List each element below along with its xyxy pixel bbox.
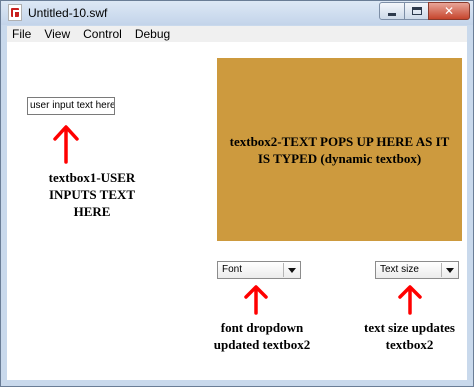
- font-dropdown[interactable]: Font: [217, 261, 301, 279]
- font-dropdown-value: Font: [222, 264, 243, 275]
- text-size-dropdown-value: Text size: [380, 264, 419, 275]
- arrow-up-icon: [244, 285, 268, 315]
- font-dropdown-toggle[interactable]: [283, 263, 299, 277]
- chevron-down-icon: [445, 267, 454, 273]
- textbox1-input[interactable]: user input text here: [27, 97, 115, 115]
- menu-control[interactable]: Control: [78, 27, 130, 41]
- annotation-textbox1: textbox1-USER INPUTS TEXT HERE: [48, 170, 136, 219]
- menu-bar: File View Control Debug: [7, 26, 467, 42]
- text-size-dropdown-toggle[interactable]: [441, 263, 457, 277]
- maximize-icon: [411, 7, 422, 15]
- menu-debug[interactable]: Debug: [130, 27, 178, 41]
- minimize-button[interactable]: [379, 2, 405, 20]
- swf-file-icon: [8, 4, 22, 21]
- textbox2-text: textbox2-TEXT POPS UP HERE AS IT IS TYPE…: [229, 133, 450, 166]
- maximize-button[interactable]: [404, 2, 429, 20]
- minimize-icon: [388, 12, 396, 16]
- annotation-font-dropdown: font dropdown updated textbox2: [213, 320, 311, 352]
- swf-stage: user input text here textbox2-TEXT POPS …: [7, 42, 467, 380]
- title-bar[interactable]: Untitled-10.swf ✕: [1, 1, 473, 25]
- chevron-down-icon: [287, 267, 296, 273]
- close-button[interactable]: ✕: [428, 2, 470, 20]
- close-icon: ✕: [443, 4, 455, 18]
- flash-player-window: Untitled-10.swf ✕ File View Control Debu…: [0, 0, 474, 387]
- arrow-up-icon: [53, 125, 79, 164]
- annotation-text-size: text size updates textbox2: [364, 320, 455, 352]
- menu-view[interactable]: View: [39, 27, 78, 41]
- window-title: Untitled-10.swf: [28, 6, 108, 20]
- text-size-dropdown[interactable]: Text size: [375, 261, 459, 279]
- textbox2-dynamic: textbox2-TEXT POPS UP HERE AS IT IS TYPE…: [217, 58, 462, 241]
- menu-file[interactable]: File: [7, 27, 39, 41]
- arrow-up-icon: [398, 285, 422, 315]
